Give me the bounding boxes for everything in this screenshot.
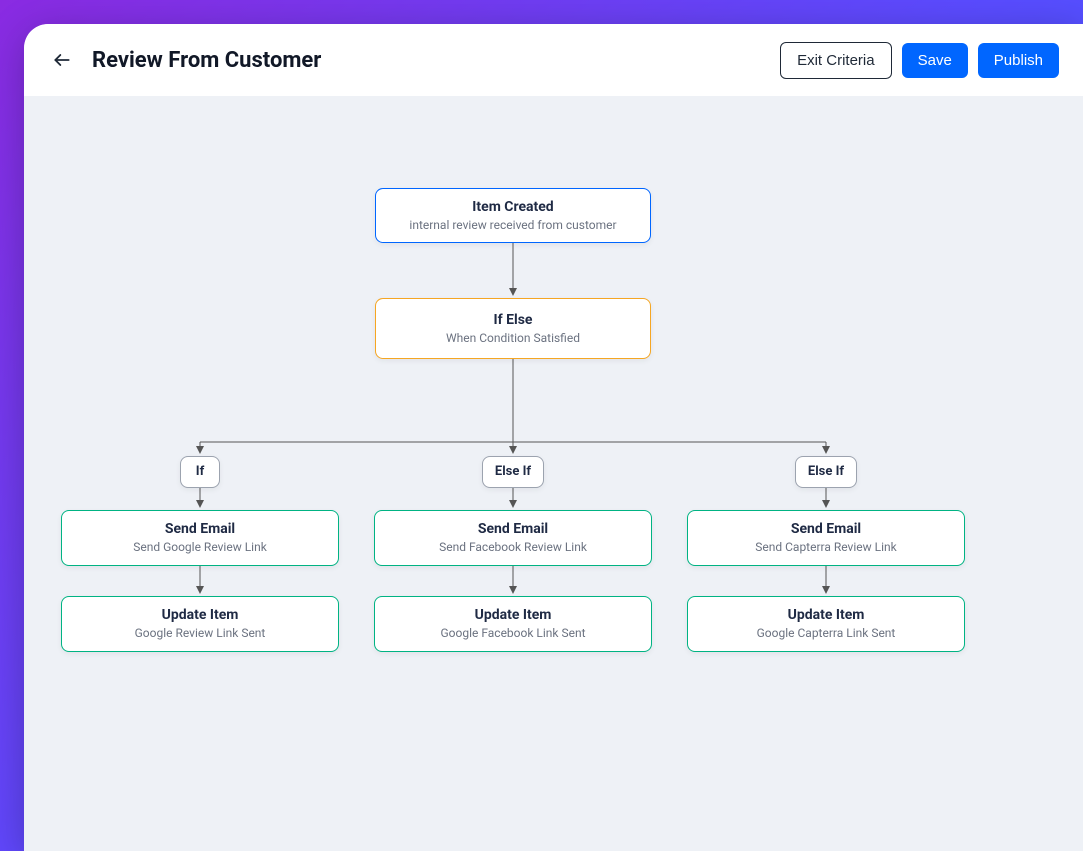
branch-elseif-2[interactable]: Else If bbox=[795, 456, 857, 488]
col1-a2-title: Update Item bbox=[162, 606, 239, 624]
col2-a1-title: Send Email bbox=[478, 520, 548, 538]
flow-canvas[interactable]: Item Created internal review received fr… bbox=[24, 96, 1083, 851]
back-button[interactable] bbox=[48, 46, 76, 74]
col3-send-email[interactable]: Send Email Send Capterra Review Link bbox=[687, 510, 965, 566]
col1-update-item[interactable]: Update Item Google Review Link Sent bbox=[61, 596, 339, 652]
branch-elseif1-label: Else If bbox=[495, 464, 531, 481]
save-button[interactable]: Save bbox=[902, 43, 968, 78]
col3-a2-sub: Google Capterra Link Sent bbox=[757, 626, 896, 642]
header: Review From Customer Exit Criteria Save … bbox=[24, 24, 1083, 96]
col2-send-email[interactable]: Send Email Send Facebook Review Link bbox=[374, 510, 652, 566]
col1-send-email[interactable]: Send Email Send Google Review Link bbox=[61, 510, 339, 566]
app-window: Review From Customer Exit Criteria Save … bbox=[24, 24, 1083, 851]
col1-a2-sub: Google Review Link Sent bbox=[135, 626, 266, 642]
branch-if-label: If bbox=[196, 464, 204, 481]
exit-criteria-button[interactable]: Exit Criteria bbox=[780, 42, 892, 79]
condition-subtitle: When Condition Satisfied bbox=[446, 331, 580, 347]
page-title: Review From Customer bbox=[92, 48, 770, 73]
col2-a2-sub: Google Facebook Link Sent bbox=[440, 626, 585, 642]
col1-a1-sub: Send Google Review Link bbox=[133, 540, 267, 556]
col3-update-item[interactable]: Update Item Google Capterra Link Sent bbox=[687, 596, 965, 652]
condition-title: If Else bbox=[494, 311, 533, 329]
branch-if[interactable]: If bbox=[180, 456, 220, 488]
branch-elseif2-label: Else If bbox=[808, 464, 844, 481]
col3-a2-title: Update Item bbox=[788, 606, 865, 624]
col2-update-item[interactable]: Update Item Google Facebook Link Sent bbox=[374, 596, 652, 652]
col2-a1-sub: Send Facebook Review Link bbox=[439, 540, 587, 556]
trigger-node[interactable]: Item Created internal review received fr… bbox=[375, 188, 651, 243]
condition-node[interactable]: If Else When Condition Satisfied bbox=[375, 298, 651, 359]
trigger-subtitle: internal review received from customer bbox=[409, 218, 616, 234]
arrow-left-icon bbox=[52, 50, 72, 70]
col2-a2-title: Update Item bbox=[475, 606, 552, 624]
branch-elseif-1[interactable]: Else If bbox=[482, 456, 544, 488]
trigger-title: Item Created bbox=[472, 198, 553, 216]
col3-a1-title: Send Email bbox=[791, 520, 861, 538]
publish-button[interactable]: Publish bbox=[978, 43, 1059, 78]
col1-a1-title: Send Email bbox=[165, 520, 235, 538]
col3-a1-sub: Send Capterra Review Link bbox=[755, 540, 897, 556]
